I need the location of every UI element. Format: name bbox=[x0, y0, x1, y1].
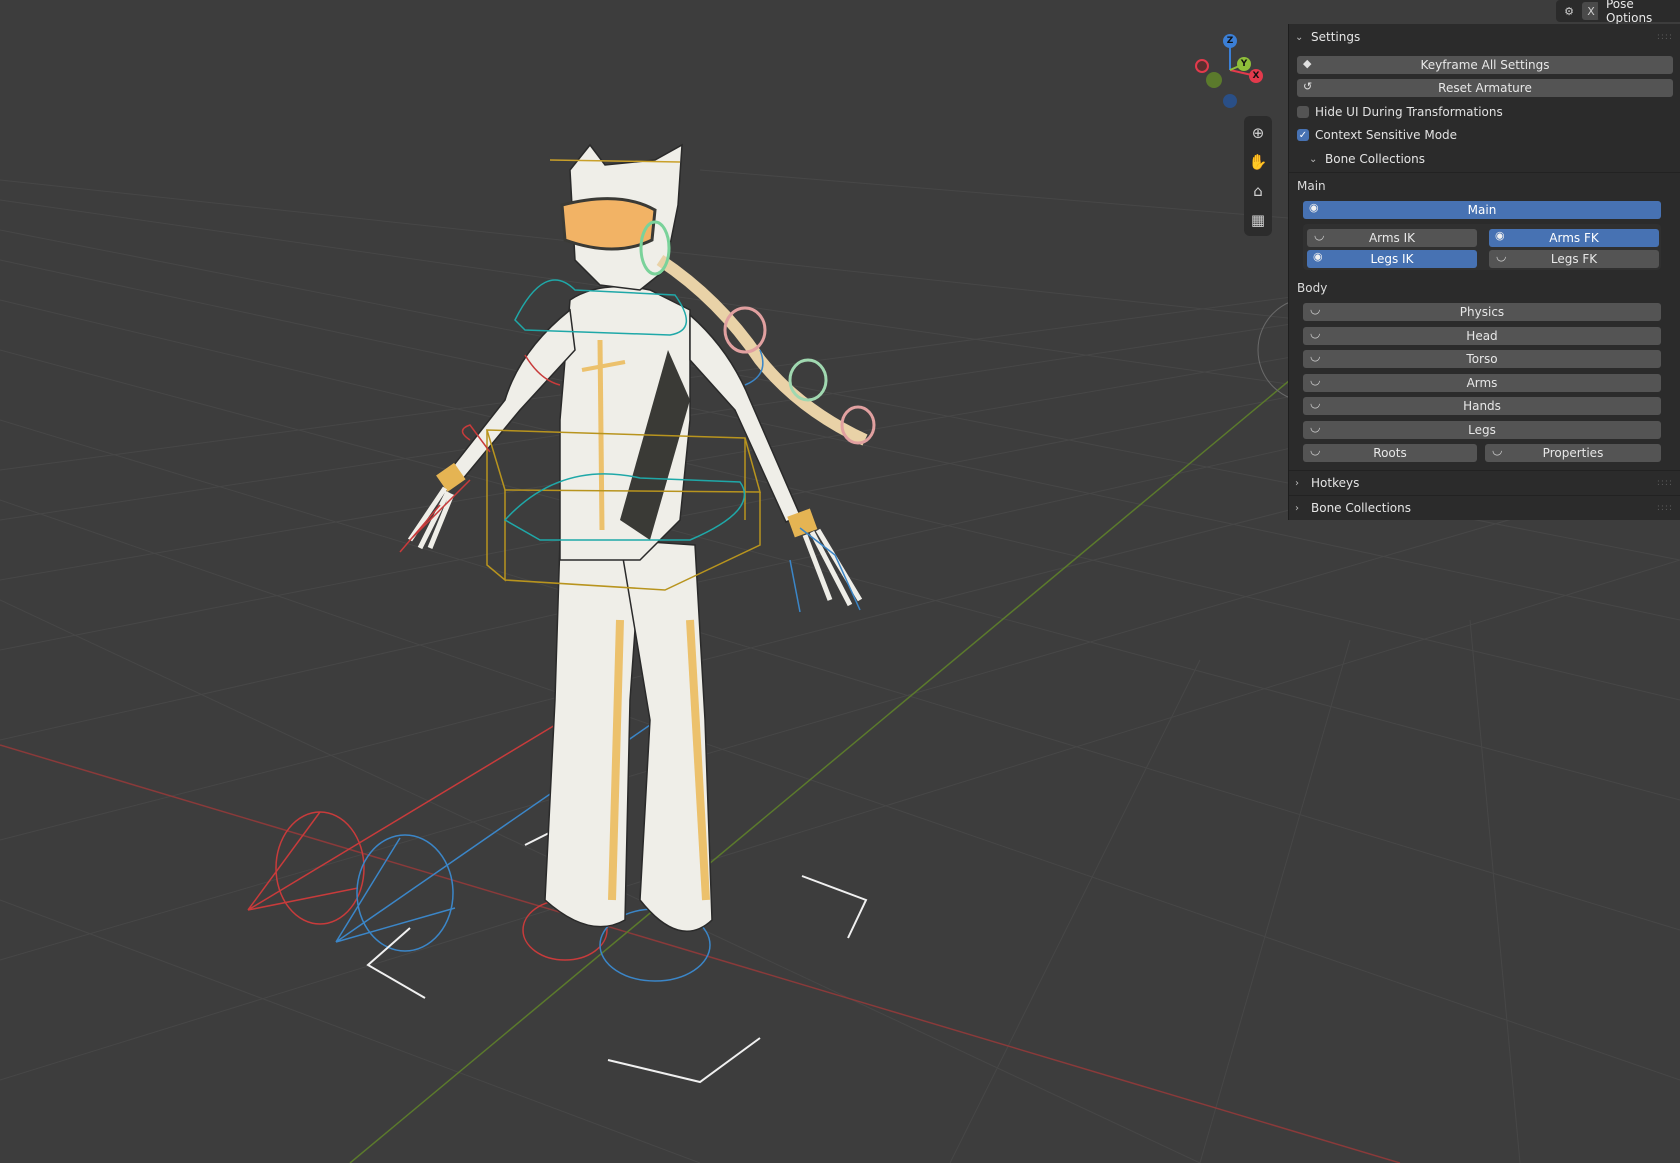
context-sensitive-checkbox-row[interactable]: ✓ Context Sensitive Mode bbox=[1297, 126, 1457, 144]
collection-arms-label: Arms bbox=[1466, 376, 1498, 390]
navigation-gizmo[interactable]: Z Y X bbox=[1190, 30, 1270, 110]
collection-physics-label: Physics bbox=[1459, 305, 1505, 319]
eye-closed-icon: ◡ bbox=[1310, 302, 1321, 316]
keyframe-all-settings-label: Keyframe All Settings bbox=[1420, 58, 1550, 72]
context-sensitive-label: Context Sensitive Mode bbox=[1315, 128, 1458, 142]
context-sensitive-checkbox[interactable]: ✓ bbox=[1297, 129, 1309, 141]
divider bbox=[1289, 470, 1680, 471]
collection-arms-fk-label: Arms FK bbox=[1549, 231, 1599, 245]
bone-collections-section-header[interactable]: › Bone Collections :::: bbox=[1289, 497, 1680, 519]
collection-properties-label: Properties bbox=[1542, 446, 1604, 460]
eye-icon: ◉ bbox=[1313, 250, 1323, 263]
bone-options-icon[interactable]: ⚙ bbox=[1560, 2, 1578, 20]
reset-armature-label: Reset Armature bbox=[1438, 81, 1532, 95]
collection-main-label: Main bbox=[1467, 203, 1497, 217]
character-model bbox=[407, 143, 868, 932]
hand-icon[interactable]: ✋ bbox=[1244, 147, 1272, 176]
collection-roots-button[interactable]: ◡ Roots bbox=[1303, 443, 1477, 462]
collection-main-button[interactable]: ◉ Main bbox=[1303, 201, 1661, 219]
eye-closed-icon: ◡ bbox=[1310, 396, 1321, 410]
collection-legs-ik-button[interactable]: ◉ Legs IK bbox=[1307, 250, 1477, 268]
bone-collections-subsection-header[interactable]: ⌄ Bone Collections bbox=[1289, 148, 1680, 170]
eye-closed-icon: ◡ bbox=[1496, 249, 1507, 263]
y-axis-line bbox=[349, 379, 1291, 1163]
bone-collections-section-label: Bone Collections bbox=[1311, 501, 1411, 515]
main-group-label: Main bbox=[1297, 179, 1326, 193]
panel-tab-title[interactable]: Pose Options bbox=[1598, 0, 1680, 25]
camera-icon[interactable]: ⌂ bbox=[1244, 176, 1272, 205]
drag-grip-icon[interactable]: :::: bbox=[1657, 503, 1673, 513]
eye-closed-icon: ◡ bbox=[1310, 373, 1321, 387]
chevron-right-icon: › bbox=[1295, 502, 1299, 514]
collection-physics-button[interactable]: ◡ Physics bbox=[1303, 302, 1661, 321]
collection-roots-label: Roots bbox=[1373, 446, 1407, 460]
hide-ui-label: Hide UI During Transformations bbox=[1315, 105, 1503, 119]
reset-armature-button[interactable]: ↺ Reset Armature bbox=[1297, 79, 1673, 97]
collection-hands-label: Hands bbox=[1463, 399, 1501, 413]
hide-ui-checkbox-row[interactable]: Hide UI During Transformations bbox=[1297, 103, 1503, 121]
eye-closed-icon: ◡ bbox=[1310, 443, 1321, 457]
collection-arms-fk-button[interactable]: ◉ Arms FK bbox=[1489, 229, 1659, 247]
keyframe-all-settings-button[interactable]: ◆ Keyframe All Settings bbox=[1297, 56, 1673, 74]
pose-options-panel: ⌄ Settings :::: ◆ Keyframe All Settings … bbox=[1288, 24, 1680, 520]
grid-icon[interactable]: ▦ bbox=[1244, 205, 1272, 234]
settings-section-header[interactable]: ⌄ Settings :::: bbox=[1289, 26, 1680, 48]
gizmo-y-axis[interactable]: Y bbox=[1237, 57, 1251, 71]
collection-head-label: Head bbox=[1466, 329, 1498, 343]
gizmo-neg-x-axis[interactable] bbox=[1195, 59, 1209, 73]
collection-hands-button[interactable]: ◡ Hands bbox=[1303, 396, 1661, 415]
collection-properties-button[interactable]: ◡ Properties bbox=[1485, 443, 1661, 462]
chevron-down-icon: ⌄ bbox=[1309, 153, 1318, 165]
eye-closed-icon: ◡ bbox=[1310, 326, 1321, 340]
chevron-down-icon: ⌄ bbox=[1295, 31, 1304, 43]
collection-legs-fk-label: Legs FK bbox=[1550, 252, 1598, 266]
divider bbox=[1289, 172, 1680, 173]
settings-section-label: Settings bbox=[1311, 30, 1361, 44]
divider bbox=[1289, 495, 1680, 496]
collection-arms-ik-label: Arms IK bbox=[1368, 231, 1416, 245]
eye-closed-icon: ◡ bbox=[1492, 443, 1503, 457]
chevron-right-icon: › bbox=[1295, 477, 1299, 489]
hotkeys-section-header[interactable]: › Hotkeys :::: bbox=[1289, 472, 1680, 494]
bone-collections-subsection-label: Bone Collections bbox=[1325, 152, 1425, 166]
zoom-icon[interactable]: ⊕ bbox=[1244, 118, 1272, 147]
drag-grip-icon[interactable]: :::: bbox=[1657, 32, 1673, 42]
viewport-navigation-tools: ⊕ ✋ ⌂ ▦ bbox=[1244, 116, 1272, 236]
collection-legs-button[interactable]: ◡ Legs bbox=[1303, 420, 1661, 439]
gizmo-neg-z-axis[interactable] bbox=[1223, 94, 1237, 108]
keyframe-diamond-icon: ◆ bbox=[1303, 57, 1312, 70]
eye-icon: ◉ bbox=[1309, 201, 1319, 214]
eye-closed-icon: ◡ bbox=[1314, 228, 1325, 242]
gizmo-x-axis[interactable]: X bbox=[1249, 69, 1263, 83]
hide-ui-checkbox[interactable] bbox=[1297, 106, 1309, 118]
collection-legs-ik-label: Legs IK bbox=[1370, 252, 1414, 266]
hotkeys-section-label: Hotkeys bbox=[1311, 476, 1360, 490]
collection-arms-button[interactable]: ◡ Arms bbox=[1303, 373, 1661, 392]
collection-legs-fk-button[interactable]: ◡ Legs FK bbox=[1489, 249, 1659, 268]
body-group-label: Body bbox=[1297, 281, 1328, 295]
drag-grip-icon[interactable]: :::: bbox=[1657, 478, 1673, 488]
collection-legs-label: Legs bbox=[1468, 423, 1496, 437]
eye-closed-icon: ◡ bbox=[1310, 349, 1321, 363]
eye-closed-icon: ◡ bbox=[1310, 420, 1321, 434]
gizmo-z-axis[interactable]: Z bbox=[1223, 34, 1237, 48]
collection-arms-ik-button[interactable]: ◡ Arms IK bbox=[1307, 228, 1477, 247]
gizmo-neg-y-axis[interactable] bbox=[1206, 72, 1222, 88]
collection-torso-button[interactable]: ◡ Torso bbox=[1303, 349, 1661, 368]
collection-torso-label: Torso bbox=[1466, 352, 1498, 366]
eye-icon: ◉ bbox=[1495, 229, 1505, 242]
reset-arrow-icon: ↺ bbox=[1303, 80, 1313, 93]
collection-head-button[interactable]: ◡ Head bbox=[1303, 326, 1661, 345]
header-tool-icons: ⚙ X bbox=[1556, 0, 1604, 22]
